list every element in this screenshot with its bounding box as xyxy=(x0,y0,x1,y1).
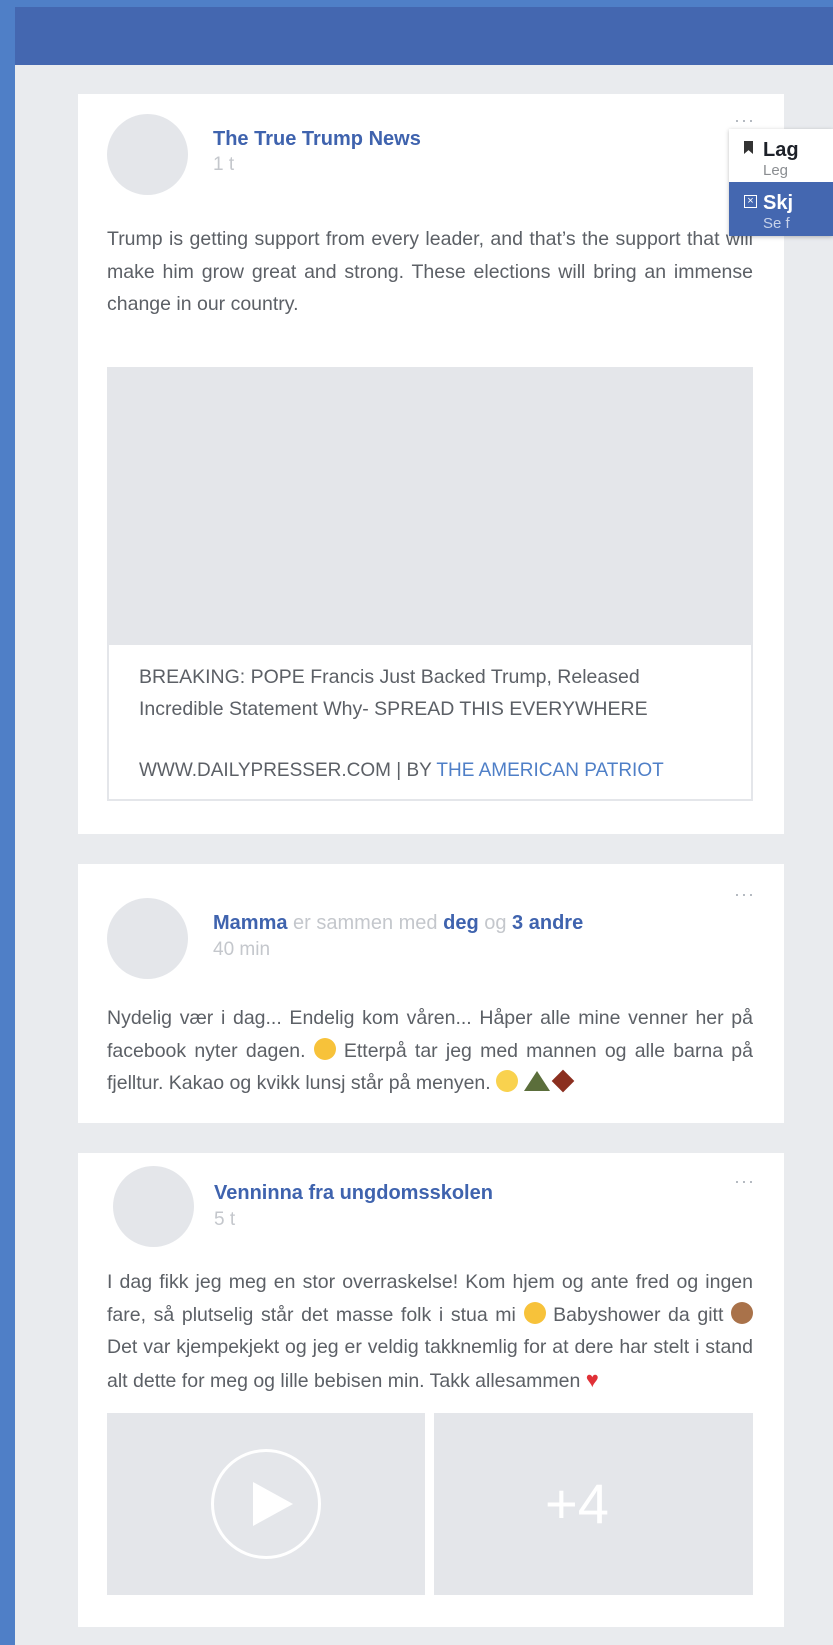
mountain-icon xyxy=(523,1071,550,1091)
play-triangle-icon xyxy=(253,1482,293,1526)
post-text-part: Babyshower da gitt xyxy=(545,1303,731,1326)
post-text: I dag fikk jeg meg en stor overraskelse!… xyxy=(107,1266,753,1397)
post-author-line: Mamma er sammen med deg og 3 andre xyxy=(213,912,583,935)
post-timestamp[interactable]: 1 t xyxy=(213,154,234,176)
post-text-part: Det var kjempekjekt og jeg er veldig tak… xyxy=(107,1336,753,1392)
more-options-icon[interactable]: ··· xyxy=(734,1171,755,1192)
bookmark-icon xyxy=(744,141,753,154)
post-options-menu: Lag Leg × Skj Se f xyxy=(729,129,833,236)
post-card: Mamma er sammen med deg og 3 andre 40 mi… xyxy=(78,864,784,1123)
post-text: Trump is getting support from every lead… xyxy=(107,228,753,315)
more-photos-count: +4 xyxy=(545,1472,609,1535)
post-card: The True Trump News 1 t ··· Trump is get… xyxy=(78,94,784,834)
menu-item-title: Skj xyxy=(763,192,794,214)
x-square-icon: × xyxy=(744,195,757,208)
more-options-icon[interactable]: ··· xyxy=(734,884,755,905)
video-thumbnail[interactable] xyxy=(107,1413,425,1595)
left-edge xyxy=(0,0,15,1645)
and-text: og xyxy=(484,912,507,934)
menu-item-subtitle: Se f xyxy=(763,215,790,232)
menu-item-title: Lag xyxy=(763,139,799,161)
tagged-user[interactable]: deg xyxy=(443,912,479,934)
tagged-others[interactable]: 3 andre xyxy=(512,912,583,934)
top-navigation-bar xyxy=(15,7,833,65)
link-source: WWW.DAILYPRESSER.COM | BY THE AMERICAN P… xyxy=(139,760,664,782)
post-timestamp[interactable]: 40 min xyxy=(213,939,270,961)
post-text: Nydelig vær i dag... Endelig kom våren..… xyxy=(107,1002,753,1100)
menu-item-subtitle: Leg xyxy=(763,162,789,179)
link-preview-image[interactable] xyxy=(107,367,753,645)
with-text: er sammen med xyxy=(293,912,438,934)
post-author[interactable]: Mamma xyxy=(213,912,287,934)
post-timestamp[interactable]: 5 t xyxy=(214,1209,235,1231)
laughing-face-icon xyxy=(523,1301,546,1324)
more-photos-tile[interactable]: +4 xyxy=(434,1413,753,1595)
avatar[interactable] xyxy=(113,1166,194,1247)
post-card: Venninna fra ungdomsskolen 5 t ··· I dag… xyxy=(78,1153,784,1627)
link-author[interactable]: THE AMERICAN PATRIOT xyxy=(436,760,663,781)
sun-behind-cloud-icon xyxy=(496,1070,519,1092)
chocolate-bar-icon xyxy=(551,1069,575,1093)
link-preview-box[interactable]: BREAKING: POPE Francis Just Backed Trump… xyxy=(107,645,753,801)
post-author[interactable]: The True Trump News xyxy=(213,128,421,151)
avatar[interactable] xyxy=(107,114,188,195)
menu-item-hide[interactable]: × Skj Se f xyxy=(729,182,833,236)
post-author[interactable]: Venninna fra ungdomsskolen xyxy=(214,1182,493,1205)
red-heart-icon: ♥ xyxy=(585,1366,599,1392)
link-domain: WWW.DAILYPRESSER.COM | BY xyxy=(139,760,437,781)
menu-item-save[interactable]: Lag Leg xyxy=(729,129,833,182)
smiley-face-icon xyxy=(313,1037,336,1060)
more-options-icon[interactable]: ··· xyxy=(734,110,755,131)
see-no-evil-monkey-icon xyxy=(731,1301,753,1324)
top-edge xyxy=(0,0,833,7)
link-title[interactable]: BREAKING: POPE Francis Just Backed Trump… xyxy=(139,661,729,725)
avatar[interactable] xyxy=(107,898,188,979)
